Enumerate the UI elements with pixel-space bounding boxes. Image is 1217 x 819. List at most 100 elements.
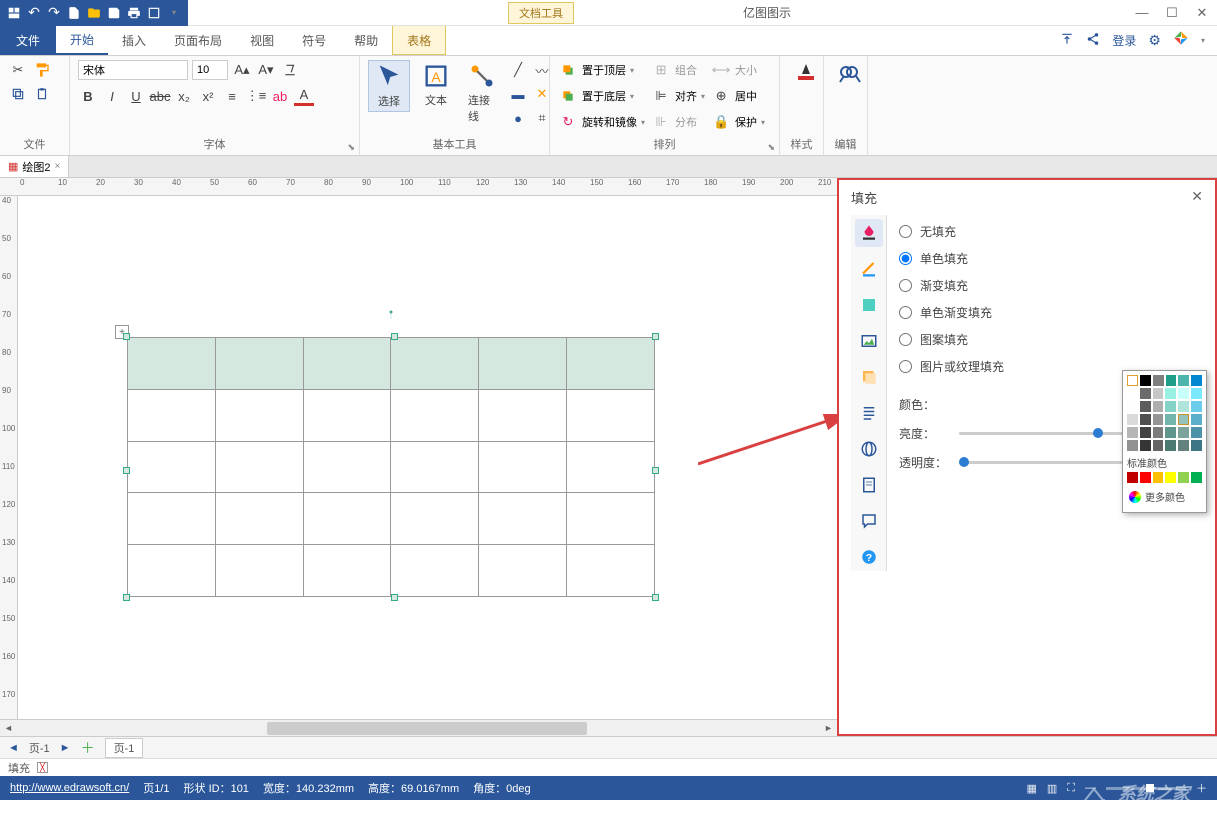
ellipse-icon[interactable]: ●	[508, 108, 528, 128]
protect-icon[interactable]: 🔒	[711, 112, 731, 132]
color-cell[interactable]	[1165, 472, 1176, 483]
color-cell[interactable]	[1178, 401, 1189, 412]
redo-icon[interactable]: ↷	[44, 3, 64, 23]
cut-icon[interactable]: ✂	[8, 60, 28, 80]
format-painter-icon[interactable]	[32, 60, 52, 80]
doc-tab-close-icon[interactable]: ×	[55, 161, 61, 172]
italic-icon[interactable]: I	[102, 86, 122, 106]
color-cell[interactable]	[1127, 388, 1138, 399]
minimize-button[interactable]: —	[1127, 0, 1157, 26]
tab-home[interactable]: 开始	[56, 26, 108, 55]
tab-view[interactable]: 视图	[236, 26, 288, 55]
scroll-left-icon[interactable]: ◄	[0, 720, 17, 736]
color-cell[interactable]	[1153, 427, 1164, 438]
center-label[interactable]: 居中	[735, 88, 757, 104]
send-back-label[interactable]: 置于底层	[582, 88, 626, 104]
open-icon[interactable]	[84, 3, 104, 23]
color-cell[interactable]	[1127, 427, 1138, 438]
scroll-thumb[interactable]	[267, 722, 587, 735]
color-cell[interactable]	[1178, 375, 1189, 386]
distribute-icon[interactable]: ⊪	[651, 112, 671, 132]
close-button[interactable]: ✕	[1187, 0, 1217, 26]
color-cell[interactable]	[1165, 401, 1176, 412]
color-cell[interactable]	[1153, 388, 1164, 399]
color-cell[interactable]	[1191, 440, 1202, 451]
font-launcher-icon[interactable]: ⬊	[347, 142, 355, 153]
strikethrough-icon[interactable]: abc	[150, 86, 170, 106]
doc-tab[interactable]: ▦ 绘图2 ×	[0, 156, 69, 177]
center-icon[interactable]: ⊕	[711, 86, 731, 106]
increase-font-icon[interactable]: A▴	[232, 60, 252, 80]
color-cell[interactable]	[1178, 388, 1189, 399]
color-cell[interactable]	[1153, 472, 1164, 483]
panel-tab-shadow[interactable]	[855, 291, 883, 319]
view-mode2-icon[interactable]: ▥	[1047, 782, 1057, 795]
curve-icon[interactable]: 〰	[532, 60, 552, 80]
selection-handle[interactable]	[652, 333, 659, 340]
bullets-icon[interactable]: ⋮≡	[246, 86, 266, 106]
send-back-icon[interactable]	[558, 86, 578, 106]
color-cell[interactable]	[1140, 388, 1151, 399]
size-icon[interactable]: ⟷	[711, 60, 731, 80]
table-grid[interactable]	[127, 337, 655, 597]
color-cell[interactable]	[1166, 375, 1177, 386]
selection-handle[interactable]	[391, 594, 398, 601]
tab-insert[interactable]: 插入	[108, 26, 160, 55]
panel-tab-fill[interactable]	[855, 219, 883, 247]
panel-tab-comment[interactable]	[855, 507, 883, 535]
menu-dropdown-icon[interactable]: ▾	[1201, 36, 1205, 45]
qat-dropdown-icon[interactable]: ▾	[164, 3, 184, 23]
color-cell[interactable]	[1140, 427, 1151, 438]
zoom-slider[interactable]	[1106, 787, 1186, 790]
paste-icon[interactable]	[32, 84, 52, 104]
zoom-in-icon[interactable]: ＋	[1196, 780, 1207, 796]
line-spacing-icon[interactable]: ≡	[222, 86, 242, 106]
color-cell[interactable]	[1178, 414, 1189, 425]
color-cell[interactable]	[1165, 440, 1176, 451]
bring-front-label[interactable]: 置于顶层	[582, 62, 626, 78]
scroll-right-icon[interactable]: ►	[820, 720, 837, 736]
settings-icon[interactable]: ⚙	[1148, 32, 1161, 49]
app-icon[interactable]	[4, 3, 24, 23]
line-icon[interactable]: ╱	[508, 60, 528, 80]
color-cell[interactable]	[1178, 472, 1189, 483]
color-cell[interactable]	[1178, 427, 1189, 438]
panel-tab-help[interactable]: ?	[855, 543, 883, 571]
color-cell[interactable]	[1140, 375, 1151, 386]
page-next-icon[interactable]: ►	[60, 742, 71, 754]
style-button[interactable]	[788, 60, 824, 88]
radio-pattern-fill[interactable]: 图案填充	[899, 331, 1203, 348]
color-cell[interactable]	[1178, 440, 1189, 451]
feedback-icon[interactable]	[1060, 32, 1074, 49]
no-fill-swatch[interactable]: ╳	[37, 762, 48, 773]
color-cell[interactable]	[1140, 414, 1151, 425]
font-color-icon[interactable]: A	[294, 86, 314, 106]
clear-format-icon[interactable]	[280, 60, 300, 80]
color-cell[interactable]	[1153, 414, 1164, 425]
app-logo-icon[interactable]	[1173, 30, 1189, 51]
rotate-icon[interactable]: ↻	[558, 112, 578, 132]
color-cell[interactable]	[1165, 388, 1176, 399]
bold-icon[interactable]: B	[78, 86, 98, 106]
save-icon[interactable]	[104, 3, 124, 23]
export-icon[interactable]	[144, 3, 164, 23]
color-cell[interactable]	[1165, 414, 1176, 425]
undo-icon[interactable]: ↶	[24, 3, 44, 23]
highlight-icon[interactable]: ab	[270, 86, 290, 106]
protect-label[interactable]: 保护	[735, 114, 757, 130]
selection-handle[interactable]	[123, 333, 130, 340]
color-cell[interactable]	[1127, 440, 1138, 451]
superscript-icon[interactable]: x²	[198, 86, 218, 106]
page-tab[interactable]: 页-1	[105, 738, 144, 758]
page-prev-icon[interactable]: ◄	[8, 742, 19, 754]
color-cell[interactable]	[1191, 414, 1202, 425]
new-icon[interactable]	[64, 3, 84, 23]
decrease-font-icon[interactable]: A▾	[256, 60, 276, 80]
selection-handle[interactable]	[391, 333, 398, 340]
color-cell[interactable]	[1153, 440, 1164, 451]
selection-handle[interactable]	[123, 594, 130, 601]
maximize-button[interactable]: ☐	[1157, 0, 1187, 26]
status-url[interactable]: http://www.edrawsoft.cn/	[10, 782, 129, 794]
panel-tab-attachment[interactable]	[855, 471, 883, 499]
color-cell[interactable]	[1140, 401, 1151, 412]
